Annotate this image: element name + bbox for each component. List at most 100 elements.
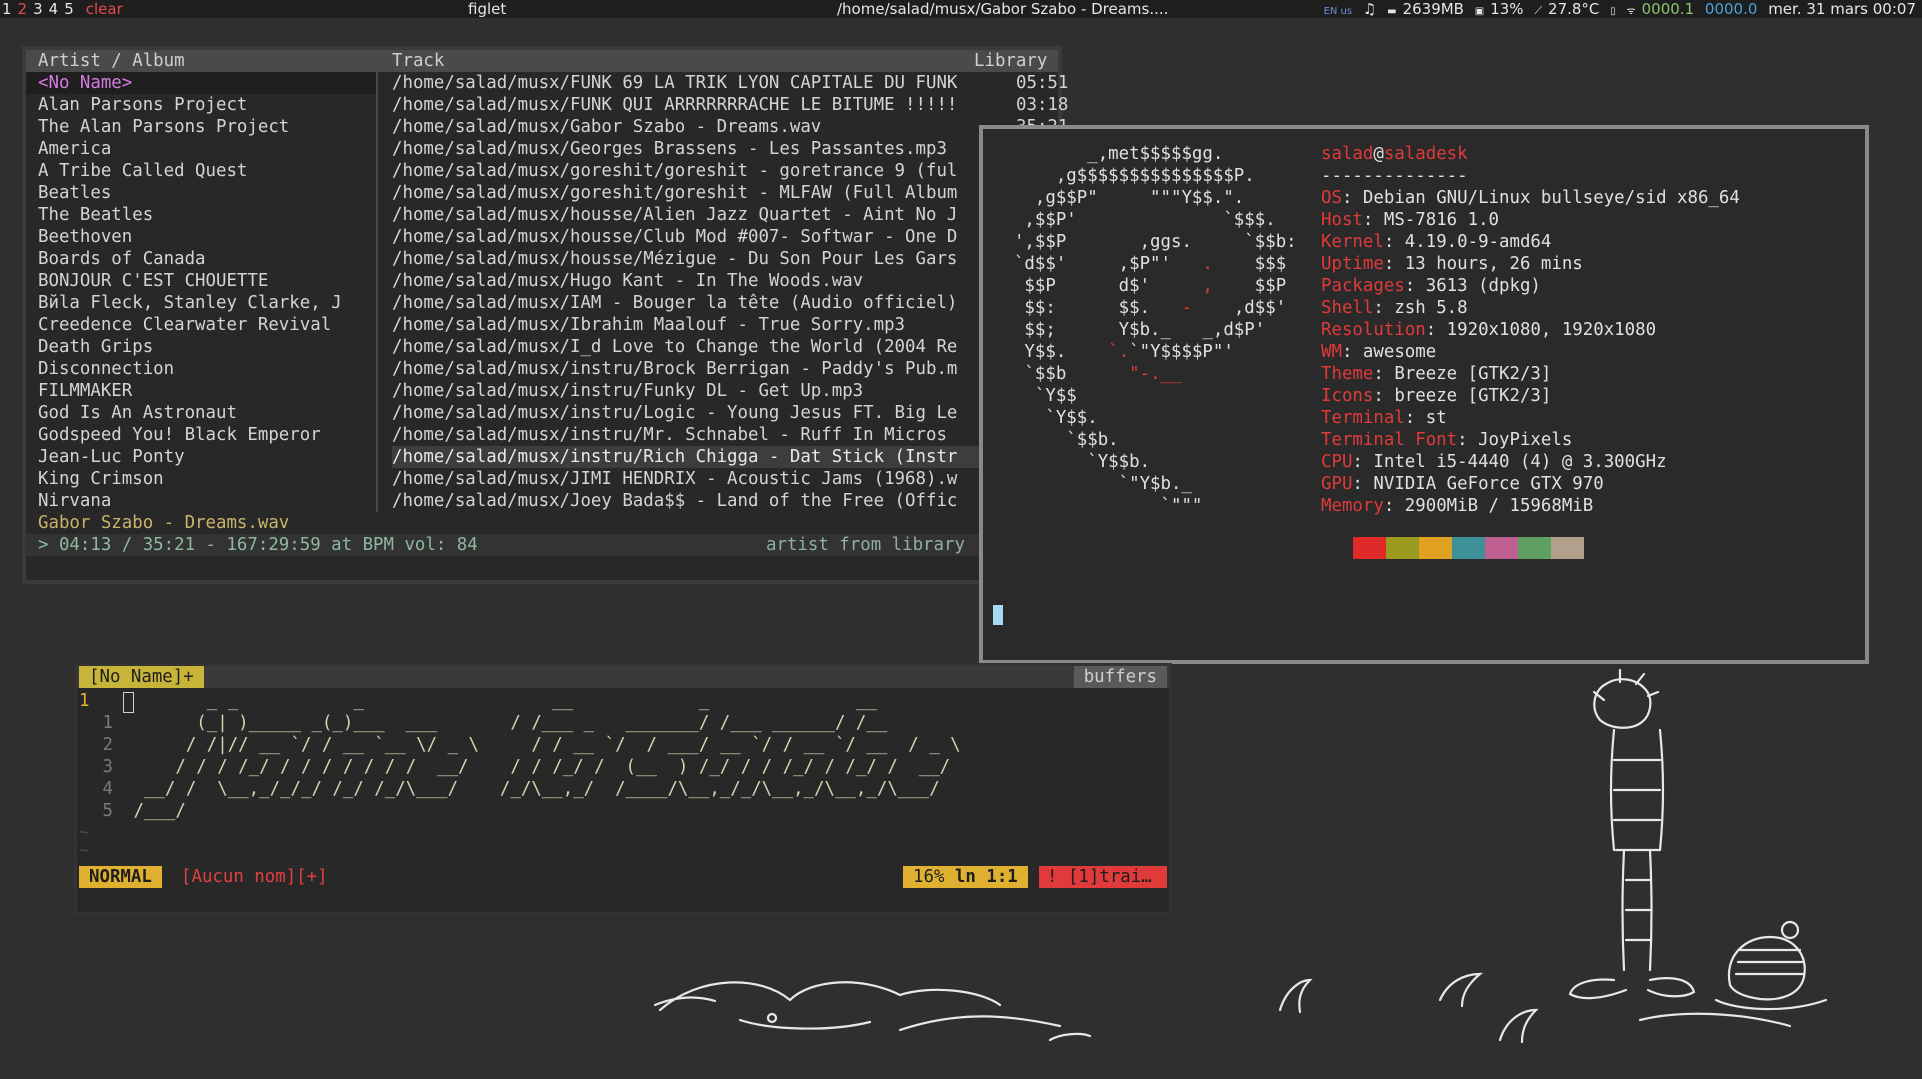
info-field: OS: Debian GNU/Linux bullseye/sid x86_64	[1321, 187, 1740, 209]
info-key: CPU	[1321, 452, 1353, 472]
network-icon: ᯤ	[1626, 6, 1636, 17]
artist-item[interactable]: Creedence Clearwater Revival	[26, 314, 376, 336]
tag-1[interactable]: 1	[2, 0, 12, 18]
artist-item[interactable]: America	[26, 138, 376, 160]
info-colon: :	[1404, 276, 1426, 296]
artist-item[interactable]: BONJOUR C'EST CHOUETTE	[26, 270, 376, 292]
tag-list: 1 2 3 4 5 clear	[2, 0, 123, 18]
artist-item[interactable]: Alan Parsons Project	[26, 94, 376, 116]
artist-list[interactable]: <No Name> Alan Parsons Project The Alan Pa…	[26, 72, 376, 512]
track-path: /home/salad/musx/instru/Brock Berrigan -…	[392, 359, 958, 379]
artist-item[interactable]: The Alan Parsons Project	[26, 116, 376, 138]
track-duration: 03:18	[1016, 95, 1069, 115]
track-row[interactable]: /home/salad/musx/FUNK 69 LA TRIK LYON CA…	[392, 72, 1092, 94]
info-key: Packages	[1321, 276, 1405, 296]
info-value: Intel i5-4440 (4) @ 3.300GHz	[1373, 452, 1667, 472]
figlet-text[interactable]: _ _ _ __ _ __ (_| )_____ _(_)___ ___ / /…	[123, 690, 1055, 822]
info-value: MS-7816 1.0	[1383, 210, 1500, 230]
line-number: 2	[102, 735, 113, 755]
line-number: 3	[102, 757, 113, 777]
info-field: Resolution: 1920x1080, 1920x1080	[1321, 319, 1740, 341]
music-icon: ♫	[1362, 0, 1377, 18]
info-value: Debian GNU/Linux bullseye/sid x86_64	[1362, 188, 1740, 208]
info-field: GPU: NVIDIA GeForce GTX 970	[1321, 473, 1740, 495]
row-col: 1:1	[986, 867, 1018, 887]
artist-item[interactable]: King Crimson	[26, 468, 376, 490]
artist-item[interactable]: FILMMAKER	[26, 380, 376, 402]
artist-item[interactable]: <No Name>	[26, 72, 376, 94]
tag-2[interactable]: 2	[18, 0, 28, 18]
artist-item[interactable]: Nirvana	[26, 490, 376, 512]
info-key: Theme	[1321, 364, 1374, 384]
info-value: 4.19.0-9-amd64	[1404, 232, 1552, 252]
system-info: salad@saladesk -------------- OS: Debian…	[1321, 143, 1740, 517]
cpu-usage: 13%	[1490, 0, 1524, 18]
tag-3[interactable]: 3	[33, 0, 43, 18]
track-column-header: Track	[392, 51, 445, 71]
neofetch-terminal[interactable]: _,met$$$$$gg. ,g$$$$$$$$$$$$$$$P. ,g$$P"…	[979, 125, 1869, 664]
track-path: /home/salad/musx/instru/Logic - Young Je…	[392, 403, 958, 423]
mode-indicator: NORMAL	[79, 866, 162, 888]
info-field: Host: MS-7816 1.0	[1321, 209, 1740, 231]
info-key: Memory	[1321, 496, 1384, 516]
track-path: /home/salad/musx/IAM - Bouger la tête (A…	[392, 293, 958, 313]
artist-item[interactable]: Jean-Luc Ponty	[26, 446, 376, 468]
terminal-cursor	[993, 605, 1003, 625]
palette-swatch	[1485, 537, 1518, 559]
palette-swatch	[1551, 537, 1584, 559]
info-key: Shell	[1321, 298, 1374, 318]
info-fields: OS: Debian GNU/Linux bullseye/sid x86_64…	[1321, 187, 1740, 517]
cmus-window[interactable]: Artist / Album Track Library <No Name> Al…	[22, 46, 1092, 584]
artist-item[interactable]: Godspeed You! Black Emperor	[26, 424, 376, 446]
info-field: CPU: Intel i5-4440 (4) @ 3.300GHz	[1321, 451, 1740, 473]
artist-item[interactable]: Disconnection	[26, 358, 376, 380]
artist-item[interactable]: Beethoven	[26, 226, 376, 248]
artist-item[interactable]: A Tribe Called Quest	[26, 160, 376, 182]
info-value: NVIDIA GeForce GTX 970	[1373, 474, 1604, 494]
artist-item[interactable]: Death Grips	[26, 336, 376, 358]
keyboard-layout[interactable]: EN us	[1324, 6, 1353, 17]
ln-label: ln	[954, 867, 976, 887]
info-key: Uptime	[1321, 254, 1384, 274]
info-divider: --------------	[1321, 166, 1468, 186]
line-number: 4	[102, 779, 113, 799]
line-number: 1	[102, 713, 113, 733]
buffers-label[interactable]: buffers	[1073, 666, 1167, 688]
artist-item[interactable]: Bйla Fleck, Stanley Clarke, J	[26, 292, 376, 314]
palette-swatch	[1419, 537, 1452, 559]
track-duration: 05:51	[1016, 73, 1069, 93]
info-field: Memory: 2900MiB / 15968MiB	[1321, 495, 1740, 517]
vim-statusline: NORMAL [Aucun nom][+] 16% ln 1:1 ! [1]tr…	[77, 866, 1169, 888]
tab-no-name[interactable]: [No Name]+	[79, 666, 204, 688]
info-colon: :	[1383, 254, 1405, 274]
artist-item[interactable]: The Beatles	[26, 204, 376, 226]
track-path: /home/salad/musx/Georges Brassens - Les …	[392, 139, 947, 159]
now-playing: Gabor Szabo - Dreams.wav	[38, 513, 290, 533]
tag-4[interactable]: 4	[49, 0, 59, 18]
username: salad	[1321, 144, 1374, 164]
info-colon: :	[1373, 386, 1395, 406]
vim-window[interactable]: [No Name]+ buffers 1 12345 _ _ _ __ _ __…	[74, 663, 1172, 915]
artist-item[interactable]: Beatles	[26, 182, 376, 204]
info-colon: :	[1383, 232, 1405, 252]
info-field: Icons: breeze [GTK2/3]	[1321, 385, 1740, 407]
artist-item[interactable]: Boards of Canada	[26, 248, 376, 270]
tag-5[interactable]: 5	[64, 0, 74, 18]
palette-swatch	[1386, 537, 1419, 559]
memory-usage: 2639MB	[1402, 0, 1464, 18]
track-path: /home/salad/musx/housse/Mézigue - Du Son…	[392, 249, 958, 269]
info-colon: :	[1383, 496, 1405, 516]
artist-item[interactable]: God Is An Astronaut	[26, 402, 376, 424]
info-field: Terminal Font: JoyPixels	[1321, 429, 1740, 451]
current-line-number: 1	[79, 691, 90, 711]
clock[interactable]: mer. 31 mars 00:07	[1768, 0, 1916, 18]
info-field: Uptime: 13 hours, 26 mins	[1321, 253, 1740, 275]
task-label[interactable]: figlet	[468, 0, 506, 18]
info-colon: :	[1352, 474, 1374, 494]
window-title[interactable]: /home/salad/musx/Gabor Szabo - Dreams...…	[837, 0, 1189, 18]
clear-button[interactable]: clear	[86, 0, 123, 18]
battery-icon: ▯	[1610, 6, 1616, 17]
info-field: Packages: 3613 (dpkg)	[1321, 275, 1740, 297]
track-path: /home/salad/musx/instru/Funky DL - Get U…	[392, 381, 864, 401]
track-row[interactable]: /home/salad/musx/FUNK QUI ARRRRRRRACHE L…	[392, 94, 1092, 116]
